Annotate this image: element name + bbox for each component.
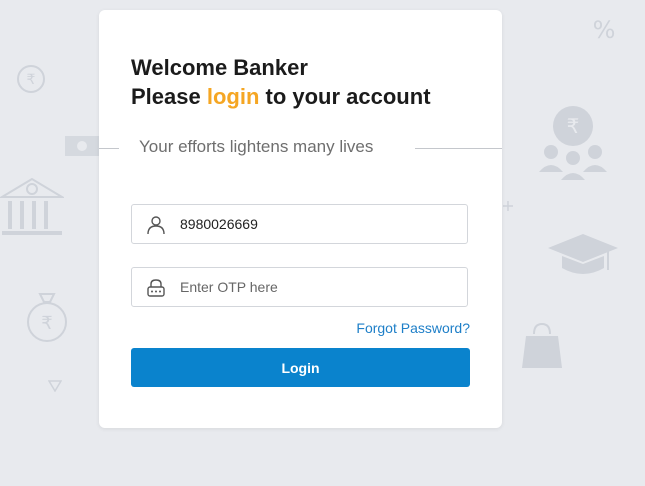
- username-field[interactable]: [131, 204, 468, 244]
- login-button[interactable]: Login: [131, 348, 470, 387]
- shopping-bag-icon: [522, 322, 562, 368]
- login-card: Welcome Banker Please login to your acco…: [99, 10, 502, 428]
- rupee-coin-icon: ₹: [17, 65, 45, 93]
- tagline-text: Your efforts lightens many lives: [139, 137, 374, 156]
- title-suffix: to your account: [259, 84, 431, 109]
- triangle-icon: [48, 380, 62, 392]
- welcome-title: Welcome Banker Please login to your acco…: [131, 53, 431, 111]
- money-bag-icon: ₹: [27, 293, 67, 342]
- bank-building-icon: [0, 177, 64, 235]
- graduation-cap-icon: [548, 234, 618, 274]
- plus-icon: [503, 201, 513, 211]
- title-accent-login: login: [206, 84, 260, 109]
- svg-text:%: %: [593, 16, 616, 42]
- tagline-divider-right: [415, 148, 502, 149]
- username-input[interactable]: [180, 205, 460, 243]
- user-icon: [147, 216, 165, 235]
- cash-note-icon: [65, 136, 99, 156]
- otp-input[interactable]: [180, 268, 460, 306]
- title-line-2: Please login to your account: [131, 82, 431, 111]
- tagline-row: Your efforts lightens many lives: [99, 137, 502, 159]
- otp-field[interactable]: [131, 267, 468, 307]
- svg-text:₹: ₹: [27, 72, 36, 88]
- lock-icon: [147, 279, 165, 297]
- svg-text:₹: ₹: [567, 114, 580, 138]
- svg-text:₹: ₹: [41, 313, 52, 334]
- title-line-1: Welcome Banker: [131, 55, 308, 80]
- percent-icon: %: [593, 16, 616, 42]
- title-prefix: Please: [131, 84, 207, 109]
- tagline-divider-left: [99, 148, 119, 149]
- people-rupee-icon: ₹: [539, 106, 607, 180]
- forgot-password-link[interactable]: Forgot Password?: [356, 320, 470, 336]
